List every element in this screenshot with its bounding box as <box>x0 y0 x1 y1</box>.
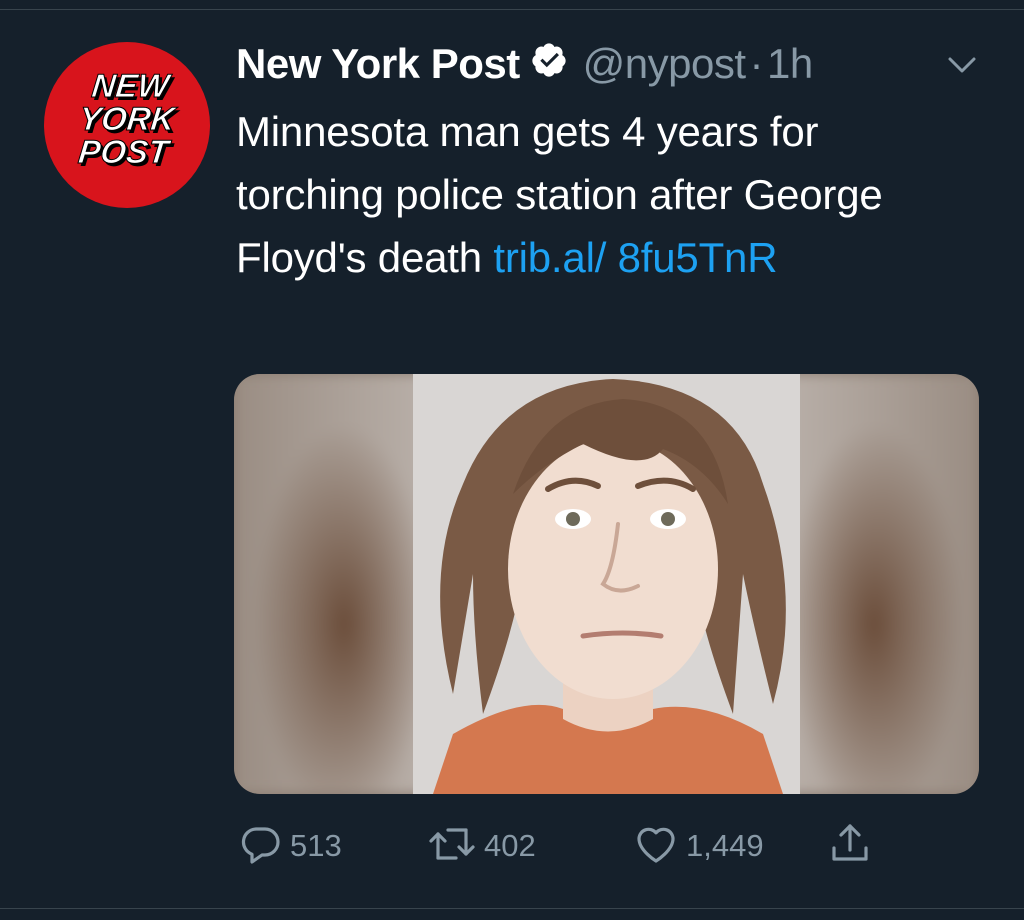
logo-line-3: POST <box>77 134 173 171</box>
reply-button[interactable]: 513 <box>236 818 342 874</box>
verified-badge-icon <box>530 41 568 84</box>
tweet-link[interactable]: trib.al/ 8fu5TnR <box>493 234 777 281</box>
share-icon <box>826 820 874 873</box>
retweet-icon <box>426 820 478 873</box>
logo-line-2: YORK <box>77 101 178 138</box>
tweet-actions: 513 402 1,449 <box>236 818 896 874</box>
share-button[interactable] <box>826 818 874 874</box>
chevron-down-icon[interactable] <box>942 50 982 85</box>
nypost-logo: NEW NEW YORK YORK POST POST <box>76 68 181 174</box>
tweet-time[interactable]: 1h <box>767 40 813 87</box>
reply-icon <box>236 820 284 873</box>
tweet-text: Minnesota man gets 4 years for torching … <box>236 100 956 289</box>
avatar[interactable]: NEW NEW YORK YORK POST POST <box>44 42 210 208</box>
reply-count: 513 <box>290 828 342 863</box>
bottom-divider <box>0 908 1024 909</box>
author-handle[interactable]: @nypost <box>583 40 746 87</box>
header-separator: · <box>749 40 764 87</box>
mugshot-illustration <box>413 374 800 794</box>
retweet-button[interactable]: 402 <box>426 818 536 874</box>
mugshot-photo <box>413 374 800 794</box>
top-divider <box>0 9 1024 10</box>
heart-icon <box>632 820 680 873</box>
retweet-count: 402 <box>484 828 536 863</box>
like-button[interactable]: 1,449 <box>632 818 764 874</box>
like-count: 1,449 <box>686 828 764 863</box>
author-name[interactable]: New York Post <box>236 40 520 87</box>
tweet-media-image[interactable] <box>234 374 979 794</box>
logo-line-1: NEW <box>90 68 174 105</box>
tweet-header: New York Post @nypost·1h <box>236 40 813 90</box>
